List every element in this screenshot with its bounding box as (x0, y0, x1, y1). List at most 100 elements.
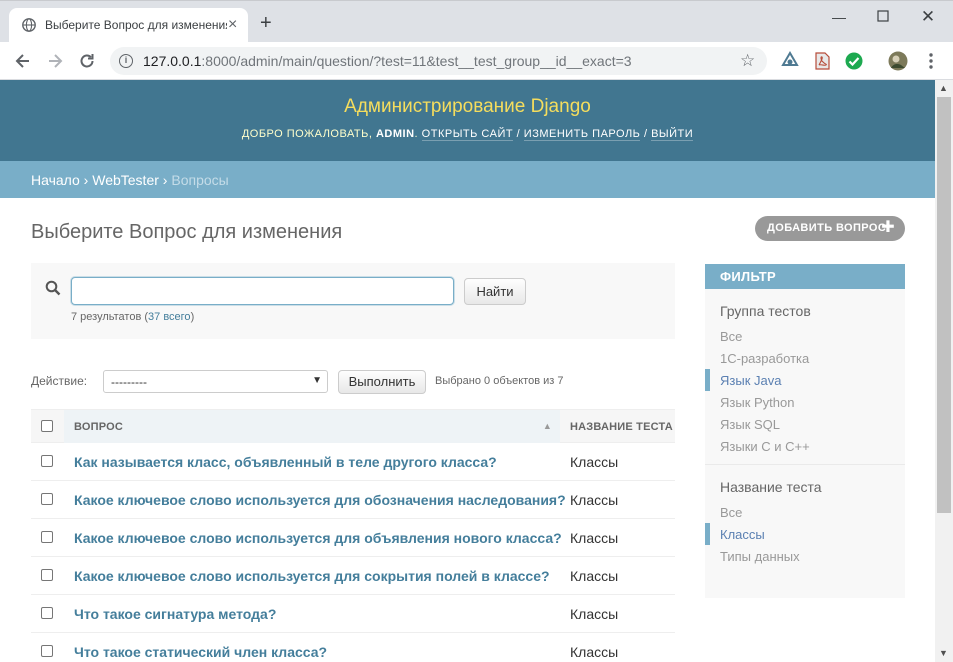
scroll-up-arrow-icon[interactable]: ▲ (939, 83, 948, 93)
bookmark-star-icon[interactable]: ☆ (740, 51, 755, 71)
browser-tab-strip: Выберите Вопрос для изменения × + — ✕ (0, 0, 953, 43)
action-select[interactable]: --------- ▼ (103, 370, 328, 393)
search-button[interactable]: Найти (464, 278, 526, 305)
row-checkbox[interactable] (41, 493, 53, 505)
table-header: ВОПРОС ▲ НАЗВАНИЕ ТЕСТА (31, 409, 675, 443)
test-name-cell: Классы (570, 606, 619, 622)
breadcrumb-separator: › (83, 172, 89, 188)
maximize-icon[interactable] (873, 9, 893, 25)
action-counter: Выбрано 0 объектов из 7 (435, 375, 564, 387)
filter-item-selected[interactable]: Классы (705, 523, 905, 545)
filter-item[interactable]: Типы данных (705, 545, 905, 567)
back-arrow-icon[interactable] (13, 51, 33, 71)
tab-title: Выберите Вопрос для изменения (45, 18, 227, 32)
filter-item[interactable]: Язык Python (705, 391, 905, 413)
question-link[interactable]: Какое ключевое слово используется для об… (74, 530, 562, 546)
row-checkbox[interactable] (41, 531, 53, 543)
minimize-icon[interactable]: — (829, 9, 849, 25)
row-checkbox[interactable] (41, 645, 53, 657)
test-name-cell: Классы (570, 530, 619, 546)
search-input[interactable] (71, 277, 454, 305)
table-row: Что такое сигнатура метода? Классы (31, 595, 675, 633)
table-row: Какое ключевое слово используется для об… (31, 519, 675, 557)
breadcrumb-app[interactable]: WebTester (92, 172, 159, 188)
logout-link[interactable]: ВЫЙТИ (651, 128, 694, 141)
table-row: Что такое статический член класса? Класс… (31, 633, 675, 662)
question-link[interactable]: Какое ключевое слово используется для об… (74, 492, 566, 508)
row-checkbox[interactable] (41, 569, 53, 581)
filter-item[interactable]: Все (705, 501, 905, 523)
filter-item[interactable]: 1С-разработка (705, 347, 905, 369)
site-title[interactable]: Администрирование Django (0, 80, 935, 118)
search-panel: Найти 7 результатов (37 всего) (31, 263, 675, 339)
results-table: ВОПРОС ▲ НАЗВАНИЕ ТЕСТА Как называется к… (31, 409, 675, 662)
filter-list-test-name: Все Классы Типы данных (705, 501, 905, 567)
profile-avatar-icon[interactable] (888, 51, 908, 71)
breadcrumb: Начало › WebTester › Вопросы (0, 161, 935, 198)
change-password-link[interactable]: ИЗМЕНИТЬ ПАРОЛЬ (523, 128, 641, 141)
test-name-cell: Классы (570, 644, 619, 660)
question-link[interactable]: Какое ключевое слово используется для со… (74, 568, 550, 584)
select-all-checkbox[interactable] (41, 420, 53, 432)
question-link[interactable]: Что такое сигнатура метода? (74, 606, 276, 622)
welcome-text: ДОБРО ПОЖАЛОВАТЬ, (241, 128, 373, 140)
extension-check-icon[interactable] (844, 51, 864, 71)
reload-icon[interactable] (77, 51, 97, 71)
extension-drive-icon[interactable] (780, 51, 800, 71)
question-link[interactable]: Как называется класс, объявленный в теле… (74, 454, 497, 470)
filter-item[interactable]: Языки С и С++ (705, 435, 905, 457)
page-title: Выберите Вопрос для изменения (31, 221, 343, 243)
test-name-cell: Классы (570, 492, 619, 508)
row-checkbox[interactable] (41, 455, 53, 467)
filter-group-title-test-group: Группа тестов (720, 303, 811, 319)
show-all-link[interactable]: 37 всего (148, 311, 191, 323)
row-checkbox[interactable] (41, 607, 53, 619)
globe-icon (22, 18, 36, 32)
address-bar[interactable]: i 127.0.0.1:8000/admin/main/question/?te… (110, 47, 767, 75)
run-action-button[interactable]: Выполнить (338, 370, 426, 394)
search-result-count: 7 результатов (37 всего) (71, 311, 195, 323)
scrollbar-thumb[interactable] (937, 97, 951, 513)
table-row: Как называется класс, объявленный в теле… (31, 443, 675, 481)
scroll-down-arrow-icon[interactable]: ▼ (939, 648, 948, 658)
column-header-question[interactable]: ВОПРОС ▲ (64, 410, 560, 443)
username: ADMIN (375, 128, 415, 140)
filter-item-selected[interactable]: Язык Java (705, 369, 905, 391)
breadcrumb-separator: › (162, 172, 168, 188)
user-tools: ДОБРО ПОЖАЛОВАТЬ, ADMIN. ОТКРЫТЬ САЙТ / … (241, 128, 694, 141)
page-scrollbar[interactable]: ▲ ▼ (935, 80, 953, 662)
table-row: Какое ключевое слово используется для со… (31, 557, 675, 595)
url-text[interactable]: 127.0.0.1:8000/admin/main/question/?test… (143, 53, 632, 69)
page-viewport: Администрирование Django ДОБРО ПОЖАЛОВАТ… (0, 80, 935, 662)
browser-toolbar: i 127.0.0.1:8000/admin/main/question/?te… (0, 42, 953, 80)
filter-title: ФИЛЬТР (705, 264, 905, 289)
add-question-label: ДОБАВИТЬ ВОПРОС (767, 222, 887, 234)
question-link[interactable]: Что такое статический член класса? (74, 644, 327, 660)
filter-item[interactable]: Все (705, 325, 905, 347)
test-name-cell: Классы (570, 568, 619, 584)
forward-arrow-icon[interactable] (45, 51, 65, 71)
sort-ascending-icon[interactable]: ▲ (543, 421, 552, 431)
add-question-button[interactable]: ДОБАВИТЬ ВОПРОС ✚ (755, 216, 905, 241)
table-row: Какое ключевое слово используется для об… (31, 481, 675, 519)
action-label: Действие: (31, 374, 88, 388)
close-window-icon[interactable]: ✕ (918, 8, 938, 25)
filter-group-title-test-name: Название теста (720, 479, 822, 495)
close-tab-icon[interactable]: × (228, 17, 237, 33)
browser-tab[interactable]: Выберите Вопрос для изменения × (9, 8, 248, 43)
browser-menu-icon[interactable] (925, 51, 937, 71)
breadcrumb-current: Вопросы (171, 172, 229, 188)
filter-list-test-group: Все 1С-разработка Язык Java Язык Python … (705, 325, 905, 457)
admin-header: Администрирование Django ДОБРО ПОЖАЛОВАТ… (0, 80, 935, 161)
actions-bar: Действие: --------- ▼ Выполнить Выбрано … (31, 369, 675, 395)
test-name-cell: Классы (570, 454, 619, 470)
separator: / (516, 128, 521, 140)
column-header-test-name: НАЗВАНИЕ ТЕСТА (570, 421, 673, 433)
extension-pdf-icon[interactable] (812, 51, 832, 71)
new-tab-icon[interactable]: + (260, 13, 272, 33)
separator: / (643, 128, 648, 140)
filter-item[interactable]: Язык SQL (705, 413, 905, 435)
open-site-link[interactable]: ОТКРЫТЬ САЙТ (421, 128, 514, 141)
site-info-icon[interactable]: i (119, 54, 133, 68)
breadcrumb-home[interactable]: Начало (31, 172, 80, 188)
